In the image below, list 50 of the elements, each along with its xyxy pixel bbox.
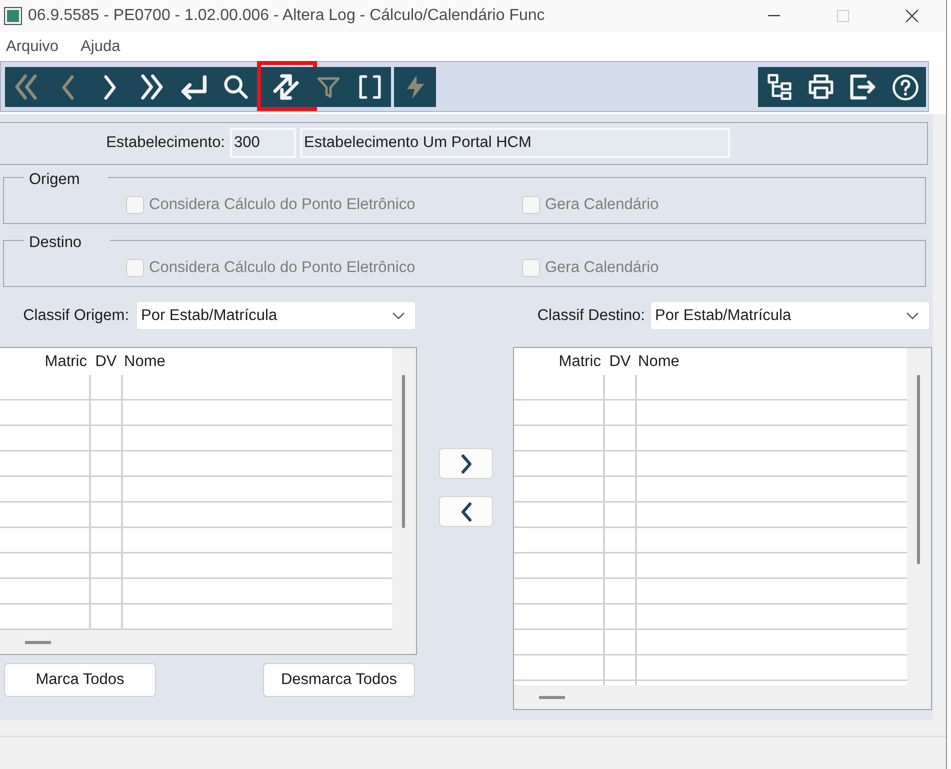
help-icon	[892, 74, 918, 100]
scrollbar-thumb[interactable]	[917, 375, 920, 564]
toolbar-button[interactable]	[884, 67, 926, 107]
menu-item[interactable]: Arquivo	[0, 38, 65, 56]
return-arrow-icon	[181, 74, 207, 100]
move-left-button[interactable]	[439, 496, 493, 527]
column-header: Matric	[44, 352, 88, 370]
group-label: Destino	[29, 234, 82, 251]
toolbar-button[interactable]	[758, 67, 800, 107]
column-header: DV	[94, 352, 118, 370]
brackets-icon	[359, 75, 381, 99]
chevron-right-icon	[460, 454, 472, 474]
scrollbar-thumb[interactable]	[402, 375, 405, 528]
column-header: DV	[608, 352, 632, 370]
chevron-left-icon	[460, 502, 472, 522]
chevron-left-icon	[62, 74, 74, 100]
chevron-right-icon	[104, 74, 116, 100]
exit-icon	[850, 74, 876, 100]
minimize-icon	[768, 15, 780, 17]
chevron-down-icon	[906, 312, 919, 320]
double-chevron-right-icon	[141, 74, 163, 100]
scrollbar-thumb[interactable]	[539, 696, 565, 698]
maximize-icon	[836, 10, 848, 22]
double-chevron-left-icon	[15, 74, 37, 100]
move-right-button[interactable]	[439, 448, 493, 479]
toolbar-button[interactable]	[215, 67, 257, 107]
sync-arrows-icon	[273, 74, 299, 100]
dropdown[interactable]: Por Estab/Matrícula	[136, 301, 416, 330]
menu-item[interactable]: Ajuda	[74, 38, 126, 56]
scrollbar-thumb[interactable]	[25, 640, 51, 644]
column-header: Matric	[558, 352, 602, 370]
funnel-icon	[316, 76, 340, 98]
toolbar-button[interactable]	[349, 67, 391, 107]
close-icon	[904, 9, 918, 23]
printer-icon	[808, 74, 834, 100]
window-title: 06.9.5585 - PE0700 - 1.02.00.006 - Altera Log - Cálculo/Calendário Func	[28, 7, 545, 25]
column-header: Nome	[637, 352, 680, 370]
hierarchy-icon	[766, 74, 792, 100]
column-header: Nome	[123, 352, 166, 370]
unmark-all-button[interactable]: Desmarca Todos	[263, 663, 415, 697]
field-label: Classif Origem:	[23, 306, 129, 324]
field-label: Classif Destino:	[537, 306, 645, 324]
lightning-bolt-icon	[406, 75, 424, 99]
app-icon	[4, 7, 22, 25]
chevron-down-icon	[392, 312, 405, 320]
search-icon	[224, 75, 248, 99]
mark-all-button[interactable]: Marca Todos	[4, 663, 156, 697]
dropdown[interactable]: Por Estab/Matrícula	[650, 301, 930, 330]
group-label: Origem	[29, 171, 80, 188]
field-label: Estabelecimento:	[105, 133, 225, 153]
